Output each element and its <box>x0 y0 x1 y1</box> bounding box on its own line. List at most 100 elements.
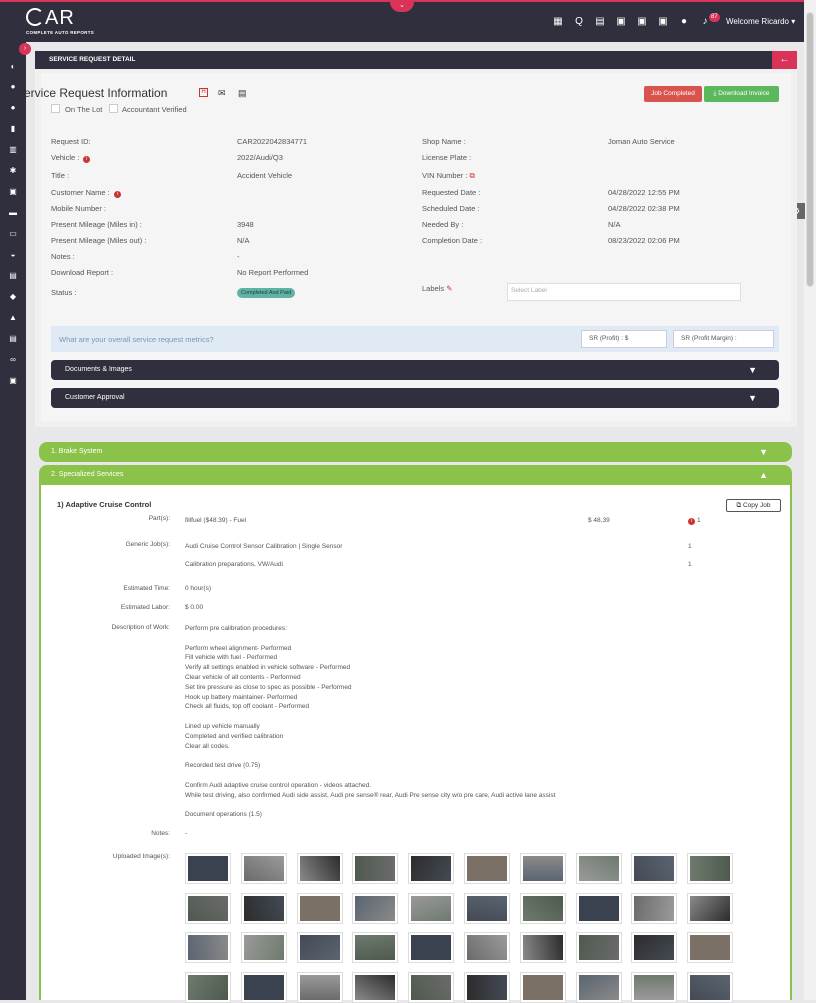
field-label: Present Mileage (Miles in) : <box>51 220 142 229</box>
history-icon[interactable]: H <box>199 88 208 97</box>
uploaded-image-thumbnail[interactable] <box>296 892 343 924</box>
uploaded-image-thumbnail[interactable] <box>352 892 399 924</box>
warning-icon[interactable]: ▲ <box>8 313 18 323</box>
sr-profit-margin-input[interactable]: SR (Profit Margin) : <box>673 330 774 348</box>
field-label: License Plate : <box>422 153 472 162</box>
report-icon[interactable]: ▤ <box>8 334 18 344</box>
mileage-in-value: 3948 <box>237 220 254 229</box>
uploaded-image-thumbnail[interactable] <box>575 971 622 1003</box>
calculator-icon[interactable]: ▦ <box>552 16 564 28</box>
est-labor-value: $ 0.00 <box>185 604 204 611</box>
chart-icon[interactable]: ▥ <box>8 145 18 155</box>
link-icon[interactable]: ∞ <box>8 355 18 365</box>
uploaded-image-thumbnail[interactable] <box>408 932 455 963</box>
uploaded-image-thumbnail[interactable] <box>519 932 566 963</box>
users-icon[interactable]: ● <box>8 103 18 113</box>
uploaded-image-thumbnail[interactable] <box>519 853 566 884</box>
uploaded-image-thumbnail[interactable] <box>296 932 343 963</box>
uploaded-image-thumbnail[interactable] <box>687 853 734 884</box>
sidebar-toggle-button[interactable]: › <box>19 43 31 55</box>
uploaded-image-thumbnail[interactable] <box>464 971 510 1003</box>
copy-job-button[interactable]: ⧉ Copy Job <box>726 499 781 512</box>
file-icon[interactable]: ▮ <box>8 124 18 134</box>
cogs-icon[interactable]: ✱ <box>8 166 18 176</box>
uploaded-image-thumbnail[interactable] <box>296 971 343 1003</box>
job-completed-button[interactable]: Job Completed <box>644 86 702 102</box>
collapse-header-icon[interactable]: ⌄ <box>390 2 414 12</box>
uploaded-image-thumbnail[interactable] <box>631 932 678 963</box>
quote-icon[interactable]: Q <box>573 16 585 28</box>
specialized-services-accordion[interactable]: 2. Specialized Services ▲ <box>39 465 792 485</box>
briefcase-icon[interactable]: ▬ <box>8 208 18 218</box>
est-time-label: Estimated Time: <box>123 585 170 592</box>
uploaded-image-thumbnail[interactable] <box>408 892 455 924</box>
logo[interactable]: AR COMPLETE AUTO REPORTS <box>26 8 94 35</box>
uploaded-image-thumbnail[interactable] <box>519 971 566 1003</box>
sr-profit-input[interactable]: SR (Profit) : $ <box>581 330 667 348</box>
user-menu[interactable]: Welcome Ricardo ▾ <box>726 17 795 26</box>
calendar-icon[interactable]: ▣ <box>615 16 627 28</box>
document-icon[interactable]: ▤ <box>238 88 247 99</box>
info-icon[interactable]: i <box>113 191 121 198</box>
uploaded-image-thumbnail[interactable] <box>296 853 343 884</box>
uploaded-image-thumbnail[interactable] <box>575 932 622 963</box>
brake-system-accordion[interactable]: 1. Brake System ▼ <box>39 442 792 462</box>
uploaded-image-thumbnail[interactable] <box>240 932 287 963</box>
uploaded-image-thumbnail[interactable] <box>687 932 734 963</box>
uploaded-image-thumbnail[interactable] <box>464 932 510 963</box>
uploaded-image-thumbnail[interactable] <box>631 892 678 924</box>
uploaded-image-thumbnail[interactable] <box>631 853 678 884</box>
info-icon[interactable]: i <box>688 518 695 525</box>
chat-icon[interactable]: ● <box>678 16 690 28</box>
uploaded-image-thumbnail[interactable] <box>185 971 231 1003</box>
page-title: Service Request Information <box>16 86 168 100</box>
field-label: Present Mileage (Miles out) : <box>51 236 147 245</box>
monitor-icon[interactable]: ▭ <box>8 229 18 239</box>
calendar-icon[interactable]: ▣ <box>8 187 18 197</box>
uploaded-image-thumbnail[interactable] <box>240 853 287 884</box>
on-the-lot-checkbox[interactable] <box>51 104 60 113</box>
customer-approval-accordion[interactable]: Customer Approval ▼ <box>51 388 779 408</box>
job-qty: 1 <box>688 543 692 550</box>
back-button[interactable]: ← <box>772 51 797 69</box>
scrollbar-thumb[interactable] <box>806 12 814 287</box>
car-icon[interactable]: ◒ <box>8 250 18 260</box>
box-icon[interactable]: ▣ <box>8 376 18 386</box>
uploaded-image-thumbnail[interactable] <box>687 892 734 924</box>
calendar-alt-icon[interactable]: ▣ <box>657 16 669 28</box>
info-icon[interactable]: i <box>83 156 91 163</box>
uploaded-image-thumbnail[interactable] <box>687 971 734 1003</box>
tag-icon[interactable]: ◆ <box>8 292 18 302</box>
accountant-verified-checkbox[interactable] <box>109 104 118 113</box>
mail-icon[interactable]: ✉ <box>218 88 226 99</box>
uploaded-image-thumbnail[interactable] <box>240 892 287 924</box>
accordion-label: 1. Brake System <box>51 448 103 455</box>
uploaded-image-thumbnail[interactable] <box>575 853 622 884</box>
uploaded-image-thumbnail[interactable] <box>352 853 399 884</box>
uploaded-image-thumbnail[interactable] <box>464 892 510 924</box>
uploaded-image-thumbnail[interactable] <box>631 971 678 1003</box>
download-invoice-button[interactable]: ⤓ Download Invoice <box>704 86 779 102</box>
scrollbar[interactable] <box>804 0 816 1000</box>
copy-icon[interactable]: ⧉ <box>470 171 475 180</box>
uploaded-image-thumbnail[interactable] <box>185 853 231 884</box>
uploaded-image-thumbnail[interactable] <box>519 892 566 924</box>
uploaded-image-thumbnail[interactable] <box>464 853 510 884</box>
uploaded-image-thumbnail[interactable] <box>240 971 287 1003</box>
list-icon[interactable]: ▤ <box>8 271 18 281</box>
dashboard-icon[interactable]: ◐ <box>8 62 18 72</box>
metrics-question: What are your overall service request me… <box>59 335 214 344</box>
book-icon[interactable]: ▤ <box>594 16 606 28</box>
documents-images-accordion[interactable]: Documents & Images ▼ <box>51 360 779 380</box>
calendar-check-icon[interactable]: ▣ <box>636 16 648 28</box>
edit-icon[interactable]: ✎ <box>446 284 452 293</box>
download-report-value[interactable]: No Report Performed <box>237 268 308 277</box>
uploaded-image-thumbnail[interactable] <box>185 932 231 963</box>
label-select[interactable]: Select Label <box>507 283 741 301</box>
uploaded-image-thumbnail[interactable] <box>352 932 399 963</box>
uploaded-image-thumbnail[interactable] <box>408 971 455 1003</box>
uploaded-image-thumbnail[interactable] <box>408 853 455 884</box>
uploaded-image-thumbnail[interactable] <box>352 971 399 1003</box>
uploaded-image-thumbnail[interactable] <box>185 892 231 924</box>
uploaded-image-thumbnail[interactable] <box>575 892 622 924</box>
